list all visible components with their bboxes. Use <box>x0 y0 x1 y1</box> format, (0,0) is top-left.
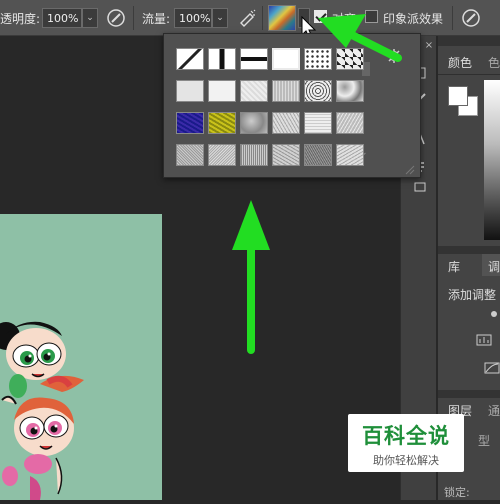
cloth-pattern-icon[interactable] <box>304 112 332 134</box>
speckle-pattern-icon[interactable] <box>336 144 364 166</box>
granite-pattern-icon[interactable] <box>272 144 300 166</box>
arrow-up-annotation <box>232 200 270 354</box>
libraries-panel-tab[interactable]: 库 <box>448 258 460 275</box>
dark-noise-pattern-icon[interactable] <box>304 144 332 166</box>
impressionist-label: 印象派效果 <box>383 12 444 26</box>
opacity-label: 透明度: <box>0 12 41 26</box>
options-toolbar: 透明度: 100% ⌄ 流量: 100% ⌄ 对齐 印象派效果 <box>0 0 500 39</box>
powerpuff-girls-image <box>0 321 84 500</box>
aligned-checkbox[interactable] <box>314 10 327 23</box>
foreground-color-swatch-top[interactable] <box>448 86 468 106</box>
diagonal-line-pattern-icon[interactable] <box>176 48 204 70</box>
white-pattern-icon[interactable] <box>272 48 300 70</box>
add-adjustment-label: 添加调整 <box>448 288 497 302</box>
lock-label: 锁定: <box>444 486 470 499</box>
light-gray-pattern-icon[interactable] <box>176 80 204 102</box>
toolbar-separator <box>133 6 134 30</box>
color-picker-field[interactable] <box>484 80 500 240</box>
paper-texture-pattern-icon[interactable] <box>240 80 268 102</box>
flow-dropdown-icon[interactable]: ⌄ <box>212 8 228 28</box>
panel-header-bar <box>438 36 500 46</box>
gray-stone-pattern-icon[interactable] <box>240 112 268 134</box>
gravel-pattern-icon[interactable] <box>272 112 300 134</box>
rough-pattern-icon[interactable] <box>336 112 364 134</box>
panel-divider <box>438 390 500 398</box>
grain-pattern-icon[interactable] <box>240 144 268 166</box>
pressure-opacity-icon[interactable] <box>105 7 127 29</box>
blue-texture-pattern-icon[interactable] <box>176 112 204 134</box>
impressionist-checkbox[interactable] <box>365 10 378 23</box>
aligned-label: 对齐 <box>332 12 357 26</box>
horizontal-bar-pattern-icon[interactable] <box>240 48 268 70</box>
yellow-texture-pattern-icon[interactable] <box>208 112 236 134</box>
watermark-subtitle: 助你轻松解决 <box>373 454 439 467</box>
concentric-square-pattern-icon[interactable] <box>304 80 332 102</box>
white-texture-pattern-icon[interactable] <box>208 80 236 102</box>
resize-grip-icon[interactable] <box>404 164 416 176</box>
levels-icon[interactable] <box>476 334 492 346</box>
fine-noise-pattern-icon[interactable] <box>208 144 236 166</box>
pressure-size-icon[interactable] <box>460 7 482 29</box>
watermark-title: 百科全说 <box>362 424 450 448</box>
dot-pattern-icon[interactable] <box>304 48 332 70</box>
opacity-dropdown-icon[interactable]: ⌄ <box>82 8 98 28</box>
stone-pattern-icon[interactable] <box>336 80 364 102</box>
curves-icon[interactable] <box>484 362 500 374</box>
check-pattern-icon[interactable] <box>336 48 364 70</box>
layer-comps-icon[interactable] <box>413 180 427 194</box>
brightness-icon[interactable] <box>488 308 500 320</box>
close-icon[interactable]: × <box>423 40 435 52</box>
panel-divider <box>438 246 500 254</box>
airbrush-icon[interactable] <box>236 7 258 29</box>
watermark-badge: 百科全说 助你轻松解决 <box>348 414 464 472</box>
flow-input[interactable]: 100% <box>174 8 212 28</box>
pattern-swatch[interactable] <box>268 5 296 31</box>
pattern-picker-popup: ⌄ <box>163 33 421 178</box>
noise-pattern-icon[interactable] <box>272 80 300 102</box>
flow-label: 流量: <box>142 12 171 26</box>
toolbar-separator <box>452 6 453 30</box>
adjustments-panel-tab[interactable]: 调 <box>488 258 500 275</box>
tab-divider <box>438 74 500 75</box>
swatches-panel-tab[interactable]: 色 <box>488 54 500 71</box>
opacity-input[interactable]: 100% <box>42 8 82 28</box>
color-panel-tab[interactable]: 颜色 <box>448 54 472 71</box>
gear-icon[interactable] <box>386 48 402 64</box>
vertical-bar-pattern-icon[interactable] <box>208 48 236 70</box>
document-canvas[interactable] <box>0 214 162 500</box>
layer-kind-filter[interactable]: 型 <box>478 432 490 449</box>
toolbar-separator <box>262 6 263 30</box>
channels-panel-tab[interactable]: 通 <box>488 402 500 419</box>
gray-noise-pattern-icon[interactable] <box>176 144 204 166</box>
